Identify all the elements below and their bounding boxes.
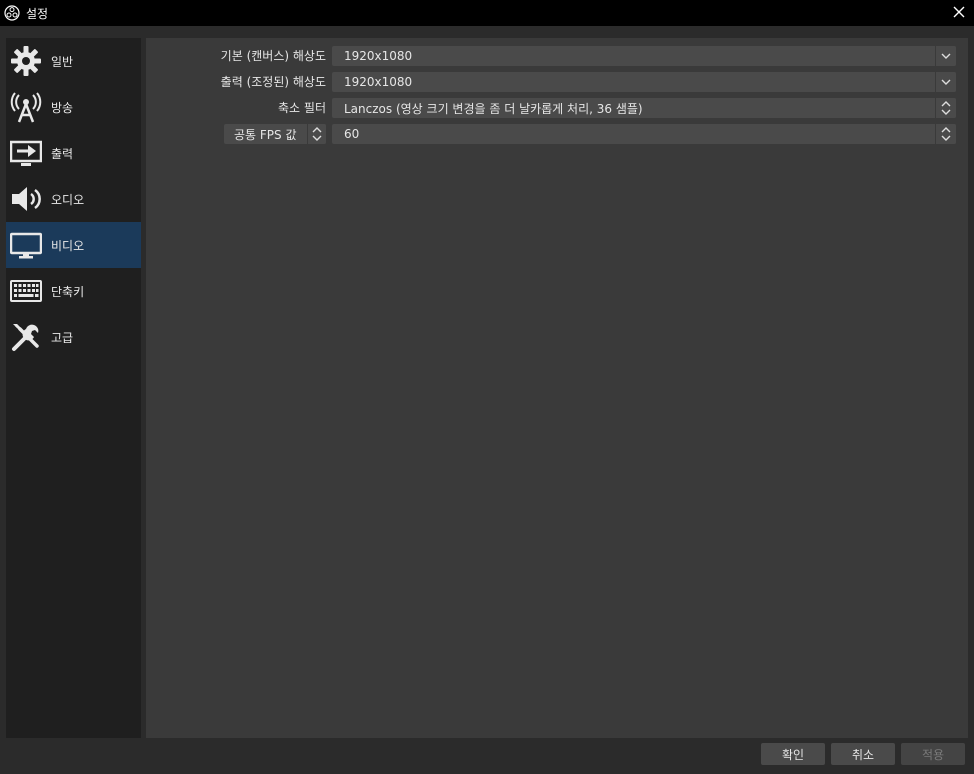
chevron-down-icon[interactable] [935,46,956,66]
window-title: 설정 [26,6,49,21]
sidebar-item-general[interactable]: 일반 [6,38,141,84]
keyboard-icon [9,274,43,308]
wrench-screwdriver-icon [9,320,43,354]
output-resolution-combo[interactable]: 1920x1080 [332,72,956,92]
output-resolution-value: 1920x1080 [344,75,413,89]
chevron-down-icon[interactable] [935,72,956,92]
base-resolution-row: 기본 (캔버스) 해상도 1920x1080 [146,46,968,66]
downscale-filter-row: 축소 필터 Lanczos (영상 크기 변경을 좀 더 날카롭게 처리, 36… [146,98,968,118]
fps-value: 60 [344,127,360,141]
sidebar-item-label: 오디오 [51,192,85,207]
sidebar-item-label: 단축키 [51,284,85,299]
downscale-filter-select[interactable]: Lanczos (영상 크기 변경을 좀 더 날카롭게 처리, 36 샘플) [332,98,956,118]
chevron-up-down-icon[interactable] [935,98,956,118]
chevron-up-down-icon[interactable] [935,124,956,144]
fps-row: 공통 FPS 값 60 [146,124,968,144]
obs-logo-icon [4,5,20,21]
sidebar-item-label: 비디오 [51,238,85,253]
sidebar-item-label: 고급 [51,330,74,345]
speaker-icon [9,182,43,216]
fps-type-select[interactable]: 공통 FPS 값 [224,124,326,144]
output-monitor-icon [9,136,43,170]
sidebar-item-stream[interactable]: 방송 [6,84,141,130]
sidebar-item-audio[interactable]: 오디오 [6,176,141,222]
sidebar-item-label: 일반 [51,54,74,69]
base-resolution-combo[interactable]: 1920x1080 [332,46,956,66]
downscale-filter-label: 축소 필터 [278,101,326,115]
fps-value-select[interactable]: 60 [332,124,956,144]
gear-icon [9,44,43,78]
cancel-button[interactable]: 취소 [831,743,895,765]
sidebar-item-advanced[interactable]: 고급 [6,314,141,360]
settings-sidebar: 일반 방송 출력 오디오 비디오 단축키 고급 [6,38,141,738]
title-bar: 설정 [0,0,974,26]
downscale-filter-value: Lanczos (영상 크기 변경을 좀 더 날카롭게 처리, 36 샘플) [344,101,643,116]
settings-window: 일반 방송 출력 오디오 비디오 단축키 고급 기본 (캔버스) 해상도 192… [0,26,974,774]
sidebar-item-hotkeys[interactable]: 단축키 [6,268,141,314]
sidebar-item-label: 출력 [51,146,74,161]
ok-button[interactable]: 확인 [761,743,825,765]
close-icon[interactable] [952,5,966,19]
apply-button[interactable]: 적용 [901,743,965,765]
sidebar-item-label: 방송 [51,100,74,115]
video-settings-panel: 기본 (캔버스) 해상도 1920x1080 출력 (조정된) 해상도 1920… [146,38,968,738]
base-resolution-value: 1920x1080 [344,49,413,63]
broadcast-antenna-icon [9,90,43,124]
monitor-icon [9,228,43,262]
output-resolution-label: 출력 (조정된) 해상도 [220,75,326,89]
output-resolution-row: 출력 (조정된) 해상도 1920x1080 [146,72,968,92]
sidebar-item-output[interactable]: 출력 [6,130,141,176]
sidebar-item-video[interactable]: 비디오 [6,222,141,268]
chevron-up-down-icon[interactable] [307,124,326,144]
base-resolution-label: 기본 (캔버스) 해상도 [220,49,326,63]
fps-type-label: 공통 FPS 값 [234,127,297,142]
